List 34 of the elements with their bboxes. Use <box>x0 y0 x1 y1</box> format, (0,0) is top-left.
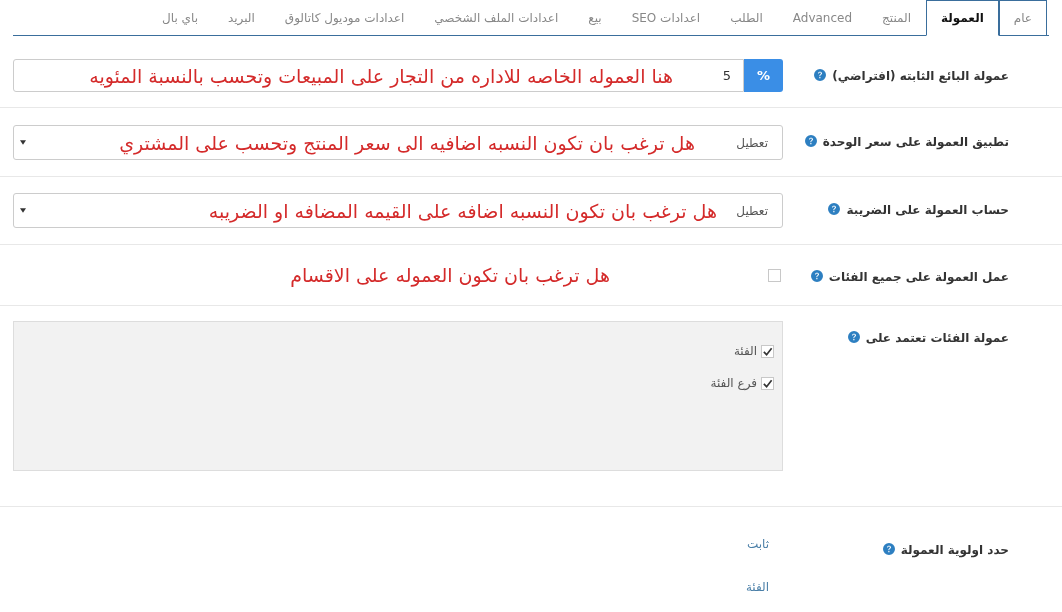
percent-addon: % <box>744 59 783 92</box>
tab[interactable]: المنتج <box>867 0 926 36</box>
checkbox[interactable] <box>761 376 774 390</box>
tab[interactable]: العمولة <box>926 0 999 36</box>
checkbox[interactable] <box>761 344 774 358</box>
caret-icon <box>20 208 26 213</box>
help-icon <box>847 331 860 343</box>
field-label: تطبيق العمولة على سعر الوحدة <box>822 134 1009 151</box>
annotation: هل ترغب بان تكون العموله على الاقسام <box>290 265 610 285</box>
tab[interactable]: اعدادات موديول كاتالوق <box>269 0 420 36</box>
tab[interactable]: Advanced <box>777 0 868 36</box>
help-icon <box>828 203 841 215</box>
tab[interactable]: البريد <box>213 0 270 36</box>
help-icon <box>804 135 817 147</box>
checkbox-label: فرع الفئة <box>710 375 757 392</box>
help-icon <box>810 270 823 282</box>
field-label: عمولة البائع الثابته (افتراضي) <box>832 68 1009 85</box>
checkbox[interactable] <box>768 268 781 282</box>
help-icon <box>814 69 827 81</box>
tab[interactable]: اعدادات الملف الشخصي <box>419 0 574 36</box>
tab[interactable]: بيع <box>573 0 617 36</box>
field-label: حساب العمولة على الضريبة <box>846 202 1009 219</box>
field-label: حدد اولوية العمولة <box>900 542 1009 559</box>
priority-link[interactable]: الفئة <box>745 578 769 596</box>
tab[interactable]: عام <box>998 0 1047 36</box>
field-label: عمولة الفئات تعتمد على <box>865 330 1009 347</box>
priority-link[interactable]: ثابت <box>746 535 769 553</box>
help-icon <box>882 543 895 555</box>
checkbox-label: الفئة <box>733 343 757 360</box>
tab[interactable]: اعدادات SEO <box>616 0 716 36</box>
caret-icon <box>20 140 26 145</box>
tab[interactable]: الطلب <box>715 0 778 36</box>
field-label: عمل العمولة على جميع الفئات <box>828 269 1009 286</box>
tab[interactable]: باي بال <box>147 0 213 36</box>
